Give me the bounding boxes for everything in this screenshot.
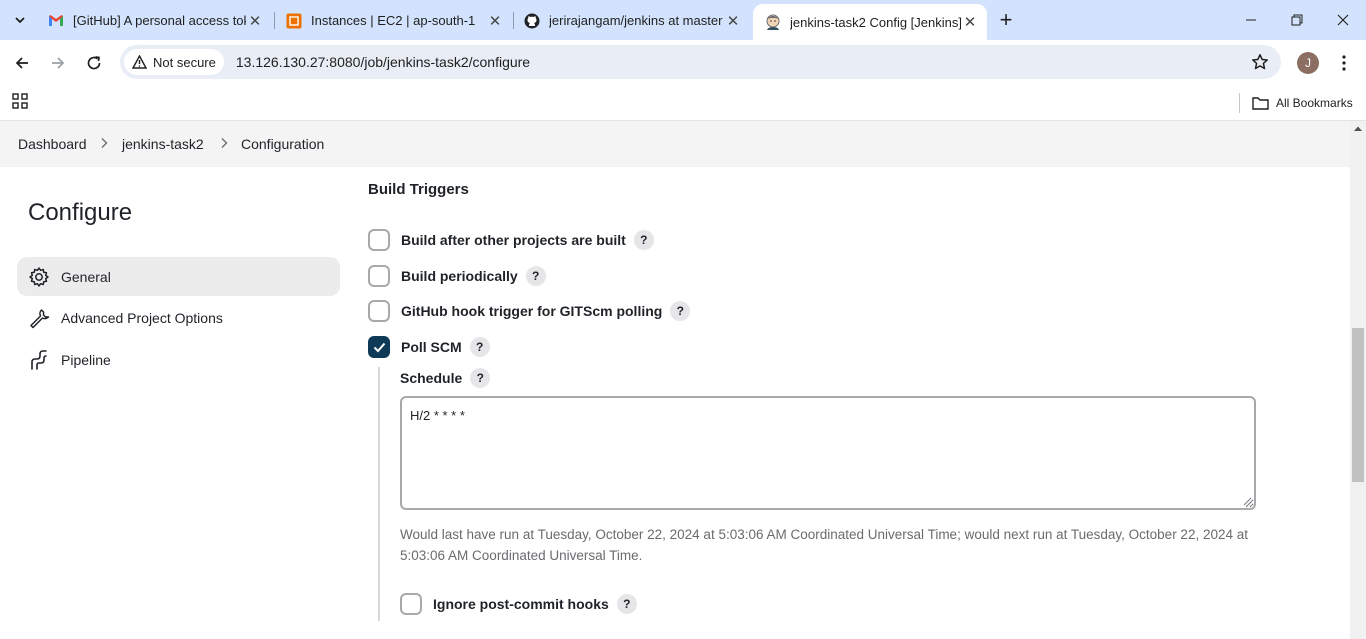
section-title-build-triggers: Build Triggers [368, 181, 469, 198]
gear-icon [28, 266, 50, 288]
chevron-down-icon [15, 17, 25, 24]
resize-grip-icon[interactable] [1243, 497, 1252, 506]
wrench-icon [28, 307, 50, 329]
reload-button[interactable] [79, 48, 109, 78]
scroll-up-arrow-icon[interactable] [1353, 125, 1363, 132]
minimize-button[interactable] [1228, 0, 1274, 40]
github-hook-checkbox[interactable] [368, 300, 390, 322]
option-label: Ignore post-commit hooks [433, 596, 609, 612]
bookmarks-bar: All Bookmarks [0, 85, 1366, 121]
breadcrumb: Dashboard jenkins-task2 Configuration [0, 121, 1350, 167]
ignore-hooks-checkbox[interactable] [400, 593, 422, 615]
bookmarks-divider [1239, 93, 1240, 113]
schedule-label-row: Schedule ? [400, 367, 491, 389]
option-poll-scm: Poll SCM ? [368, 335, 490, 359]
aws-icon [286, 13, 302, 29]
sidebar-item-advanced-project-options[interactable]: Advanced Project Options [17, 298, 340, 337]
help-icon[interactable]: ? [670, 301, 691, 321]
sidebar-item-label: General [61, 268, 111, 285]
schedule-textarea[interactable]: H/2 * * * * [400, 396, 1256, 510]
option-label: GitHub hook trigger for GITScm polling [401, 303, 663, 319]
apps-grid-icon[interactable] [12, 93, 28, 114]
back-button[interactable] [7, 48, 37, 78]
sidebar-item-pipeline[interactable]: Pipeline [17, 340, 340, 379]
tab-search-button[interactable] [8, 8, 32, 32]
address-bar[interactable]: Not secure 13.126.130.27:8080/job/jenkin… [120, 45, 1281, 79]
tab-title: Instances | EC2 | ap-south-1 [311, 13, 476, 28]
forward-button[interactable] [43, 48, 73, 78]
tab-ec2[interactable]: Instances | EC2 | ap-south-1 ✕ [274, 7, 512, 34]
new-tab-button[interactable]: + [994, 9, 1018, 33]
breadcrumb-configuration[interactable]: Configuration [241, 136, 324, 152]
security-label: Not secure [153, 54, 216, 70]
close-icon[interactable]: ✕ [246, 12, 264, 30]
tab-strip: [GitHub] A personal access toke ✕ Instan… [0, 0, 1366, 40]
warning-icon [132, 55, 147, 69]
tab-title: jenkins-task2 Config [Jenkins] [790, 14, 961, 30]
minimize-icon [1246, 19, 1256, 21]
browser-toolbar: Not secure 13.126.130.27:8080/job/jenkin… [0, 40, 1366, 85]
tab-jenkins[interactable]: jenkins-task2 Config [Jenkins] ✕ [753, 4, 987, 40]
option-ignore-post-commit-hooks: Ignore post-commit hooks ? [400, 592, 637, 616]
schedule-label: Schedule [400, 370, 463, 386]
help-icon[interactable]: ? [469, 337, 490, 357]
close-icon[interactable]: ✕ [961, 13, 979, 31]
help-icon[interactable]: ? [525, 266, 546, 286]
close-icon[interactable]: ✕ [486, 12, 504, 30]
all-bookmarks-label: All Bookmarks [1276, 96, 1353, 110]
page-title: Configure [28, 199, 133, 226]
restore-button[interactable] [1274, 0, 1320, 40]
tab-github[interactable]: jerirajangam/jenkins at master ✕ [512, 7, 750, 34]
nested-section-line [378, 367, 380, 621]
poll-scm-checkbox[interactable] [368, 336, 390, 358]
scrollbar-thumb[interactable] [1352, 328, 1364, 482]
pipeline-icon [28, 349, 50, 371]
help-icon[interactable]: ? [470, 368, 491, 388]
option-label: Build periodically [401, 268, 518, 284]
chevron-right-icon [101, 138, 108, 148]
all-bookmarks-button[interactable]: All Bookmarks [1252, 92, 1353, 114]
bookmark-star-icon[interactable] [1251, 53, 1269, 76]
check-icon [373, 342, 385, 352]
tab-gmail[interactable]: [GitHub] A personal access toke ✕ [36, 7, 272, 34]
option-label: Poll SCM [401, 339, 462, 355]
chevron-right-icon [221, 138, 228, 148]
url-text[interactable]: 13.126.130.27:8080/job/jenkins-task2/con… [236, 54, 530, 70]
jenkins-page: Dashboard jenkins-task2 Configuration Co… [0, 121, 1350, 639]
jenkins-icon [765, 14, 781, 30]
github-icon [524, 13, 540, 29]
sidebar-item-label: Pipeline [61, 351, 111, 368]
sidebar-item-general[interactable]: General [17, 257, 340, 296]
close-icon [1337, 14, 1349, 26]
breadcrumb-dashboard[interactable]: Dashboard [18, 136, 87, 152]
tab-title: jerirajangam/jenkins at master [549, 13, 723, 28]
restore-icon [1291, 14, 1303, 26]
build-periodically-checkbox[interactable] [368, 265, 390, 287]
breadcrumb-job[interactable]: jenkins-task2 [122, 136, 204, 152]
tab-title: [GitHub] A personal access toke [73, 13, 246, 28]
more-vert-icon [1342, 55, 1346, 71]
build-after-checkbox[interactable] [368, 229, 390, 251]
option-build-after-other-projects: Build after other projects are built ? [368, 228, 654, 252]
site-info-chip[interactable]: Not secure [124, 49, 224, 75]
arrow-right-icon [52, 57, 65, 69]
reload-icon [87, 56, 101, 70]
browser-menu-button[interactable] [1334, 52, 1354, 74]
schedule-info-text: Would last have run at Tuesday, October … [400, 527, 1248, 563]
option-build-periodically: Build periodically ? [368, 264, 546, 288]
folder-icon [1252, 97, 1269, 110]
help-icon[interactable]: ? [616, 594, 637, 614]
sidebar-item-label: Advanced Project Options [61, 309, 223, 326]
close-window-button[interactable] [1320, 0, 1366, 40]
help-icon[interactable]: ? [633, 230, 654, 250]
option-github-hook-trigger: GitHub hook trigger for GITScm polling ? [368, 299, 691, 323]
profile-avatar[interactable]: J [1297, 52, 1319, 74]
arrow-left-icon [15, 57, 28, 69]
close-icon[interactable]: ✕ [724, 12, 742, 30]
option-label: Build after other projects are built [401, 232, 626, 248]
gmail-icon [48, 13, 64, 29]
